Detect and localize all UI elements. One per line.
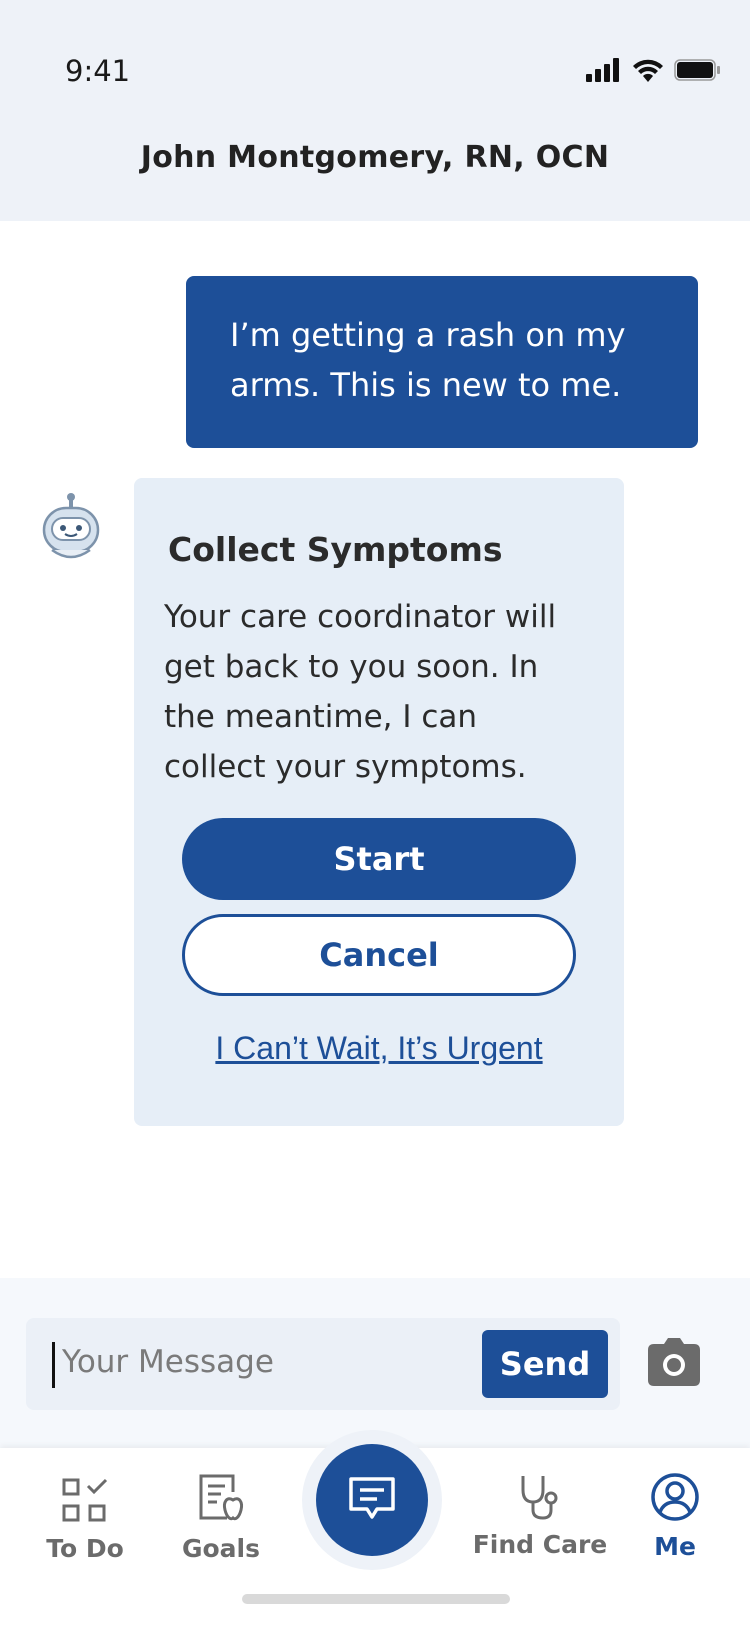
send-button[interactable]: Send <box>482 1330 608 1398</box>
outgoing-message: I’m getting a rash on my arms. This is n… <box>186 276 698 448</box>
card-title: Collect Symptoms <box>168 530 503 569</box>
battery-icon <box>674 59 720 81</box>
collect-symptoms-card: Collect Symptoms Your care coordinator w… <box>134 478 624 1126</box>
nav-label-find-care: Find Care <box>472 1530 608 1559</box>
page-title: John Montgomery, RN, OCN <box>140 140 610 175</box>
profile-icon <box>651 1473 699 1521</box>
stethoscope-icon <box>521 1476 558 1520</box>
status-icons <box>586 58 720 82</box>
nav-item-me[interactable]: Me <box>640 1472 710 1561</box>
chat-icon <box>349 1477 395 1519</box>
card-message: Your care coordinator will get back to y… <box>164 599 557 785</box>
nav-item-find-care[interactable]: Find Care <box>470 1474 610 1559</box>
camera-icon[interactable] <box>648 1338 700 1386</box>
start-button[interactable]: Start <box>182 818 576 900</box>
nav-label-goals: Goals <box>181 1534 260 1563</box>
message-placeholder: Your Message <box>62 1344 274 1380</box>
nav-label-me: Me <box>654 1532 696 1561</box>
nav-item-chat[interactable] <box>316 1444 428 1556</box>
status-time: 9:41 <box>65 54 131 88</box>
urgent-link[interactable]: I Can’t Wait, It’s Urgent <box>134 1030 624 1067</box>
header: 9:41 John Montgomery, RN, OCN <box>0 0 750 221</box>
robot-avatar-icon <box>42 493 100 559</box>
text-caret <box>52 1342 55 1388</box>
todo-icon <box>62 1478 108 1522</box>
message-input[interactable]: Your Message Send <box>26 1318 620 1410</box>
goals-icon <box>199 1474 243 1521</box>
signal-icon <box>586 58 619 82</box>
home-indicator <box>242 1594 510 1604</box>
nav-item-todo[interactable]: To Do <box>40 1478 130 1563</box>
wifi-icon <box>633 59 663 82</box>
nav-label-todo: To Do <box>46 1534 124 1563</box>
cancel-button[interactable]: Cancel <box>182 914 576 996</box>
nav-item-goals[interactable]: Goals <box>176 1474 266 1563</box>
